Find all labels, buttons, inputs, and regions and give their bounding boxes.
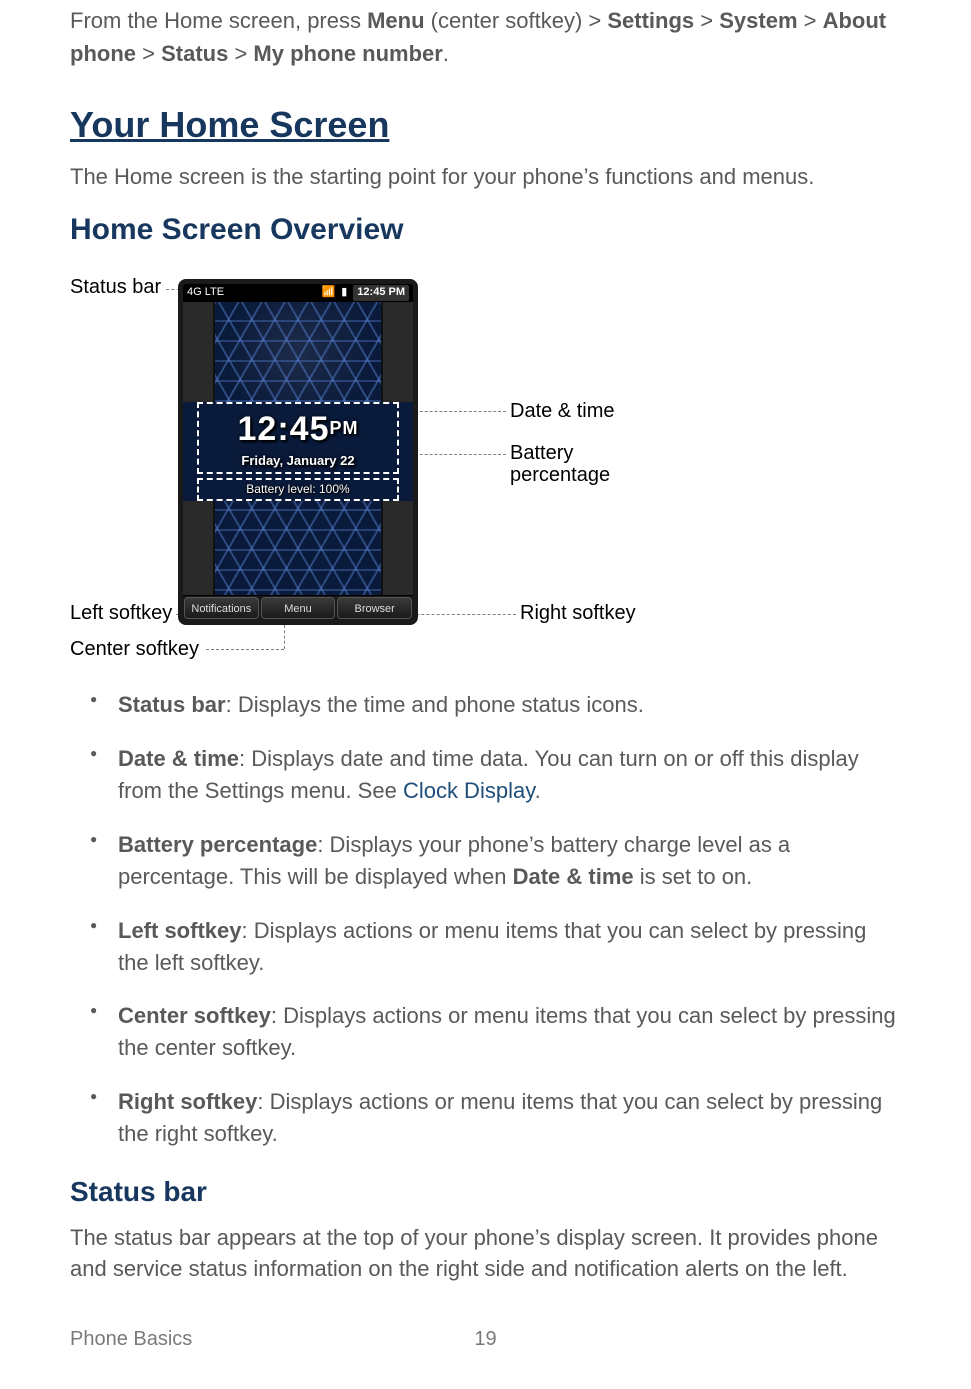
phone-bezel-left — [183, 302, 215, 402]
status-bar-paragraph: The status bar appears at the top of you… — [70, 1223, 901, 1285]
def-term: Date & time — [118, 746, 239, 771]
annot-battery-pct-line2: percentage — [510, 463, 610, 487]
nav-path-gt3: > — [136, 41, 161, 66]
leader-battery-pct — [410, 454, 506, 455]
footer-section: Phone Basics — [70, 1325, 192, 1353]
def-battery-percentage: Battery percentage: Displays your phone’… — [114, 829, 901, 893]
clock-time: 12:45PM — [205, 406, 391, 454]
phone-status-bar: 4G LTE 📶 ▮ 12:45 PM — [183, 284, 413, 302]
heading-status-bar: Status bar — [70, 1172, 901, 1211]
home-intro-paragraph: The Home screen is the starting point fo… — [70, 162, 901, 193]
clock-widget: 12:45PM Friday, January 22 — [197, 402, 399, 474]
def-term: Battery percentage — [118, 832, 317, 857]
annot-battery-pct-line1: Battery — [510, 441, 573, 465]
leader-center-softkey-h — [206, 649, 284, 650]
definitions-list: Status bar: Displays the time and phone … — [70, 689, 901, 1150]
leader-date-time — [410, 411, 506, 412]
footer-page-number: 19 — [474, 1325, 496, 1353]
heading-home-screen-overview: Home Screen Overview — [70, 209, 901, 251]
annot-date-time: Date & time — [510, 399, 614, 423]
leader-center-softkey-v — [284, 625, 285, 649]
clock-date: Friday, January 22 — [205, 452, 391, 470]
def-bold-inline: Date & time — [513, 864, 634, 889]
link-clock-display[interactable]: Clock Display — [403, 778, 535, 803]
def-term: Left softkey — [118, 918, 241, 943]
nav-path-gt1: > — [694, 8, 719, 33]
nav-path-gt2: > — [798, 8, 823, 33]
def-desc: : Displays the time and phone status ico… — [226, 692, 644, 717]
phone-bezel-right — [381, 302, 413, 402]
softkey-right: Browser — [337, 597, 412, 619]
phone-mockup: 4G LTE 📶 ▮ 12:45 PM 12:45PM Friday, Janu… — [178, 279, 418, 625]
def-date-time: Date & time: Displays date and time data… — [114, 743, 901, 807]
clock-ampm: PM — [329, 418, 358, 438]
status-bar-signal-icon: 📶 — [322, 285, 336, 300]
page-footer: Phone Basics 19 — [70, 1325, 901, 1353]
def-term: Right softkey — [118, 1089, 257, 1114]
nav-path-gt4: > — [228, 41, 253, 66]
nav-path-prefix: From the Home screen, press — [70, 8, 367, 33]
softkey-center: Menu — [261, 597, 336, 619]
leader-right-softkey — [406, 614, 516, 615]
clock-time-value: 12:45 — [238, 410, 330, 448]
battery-level-widget: Battery level: 100% — [197, 478, 399, 501]
nav-path-csk: (center softkey) > — [425, 8, 608, 33]
nav-path-my-phone-number: My phone number — [253, 41, 442, 66]
annot-left-softkey: Left softkey — [70, 601, 172, 625]
status-bar-time: 12:45 PM — [353, 285, 409, 300]
def-status-bar: Status bar: Displays the time and phone … — [114, 689, 901, 721]
phone-softkeys: Notifications Menu Browser — [183, 595, 413, 620]
status-bar-network-icon: 4G LTE — [187, 285, 224, 300]
softkey-left: Notifications — [184, 597, 259, 619]
home-screen-diagram: Status bar Date & time Battery percentag… — [70, 269, 645, 669]
def-left-softkey: Left softkey: Displays actions or menu i… — [114, 915, 901, 979]
def-term: Status bar — [118, 692, 226, 717]
nav-path: From the Home screen, press Menu (center… — [70, 4, 901, 70]
wallpaper-top — [183, 302, 413, 402]
annot-status-bar: Status bar — [70, 275, 161, 299]
annot-right-softkey: Right softkey — [520, 601, 636, 625]
status-bar-battery-icon: ▮ — [341, 285, 347, 300]
nav-path-system: System — [719, 8, 797, 33]
def-right-softkey: Right softkey: Displays actions or menu … — [114, 1086, 901, 1150]
nav-path-settings: Settings — [607, 8, 694, 33]
annot-center-softkey: Center softkey — [70, 637, 199, 661]
def-desc-post: is set to on. — [634, 864, 753, 889]
nav-path-period: . — [443, 41, 449, 66]
def-center-softkey: Center softkey: Displays actions or menu… — [114, 1000, 901, 1064]
nav-path-menu: Menu — [367, 8, 424, 33]
heading-your-home-screen: Your Home Screen — [70, 100, 901, 150]
def-term: Center softkey — [118, 1003, 271, 1028]
def-desc-post: . — [535, 778, 541, 803]
nav-path-status: Status — [161, 41, 228, 66]
